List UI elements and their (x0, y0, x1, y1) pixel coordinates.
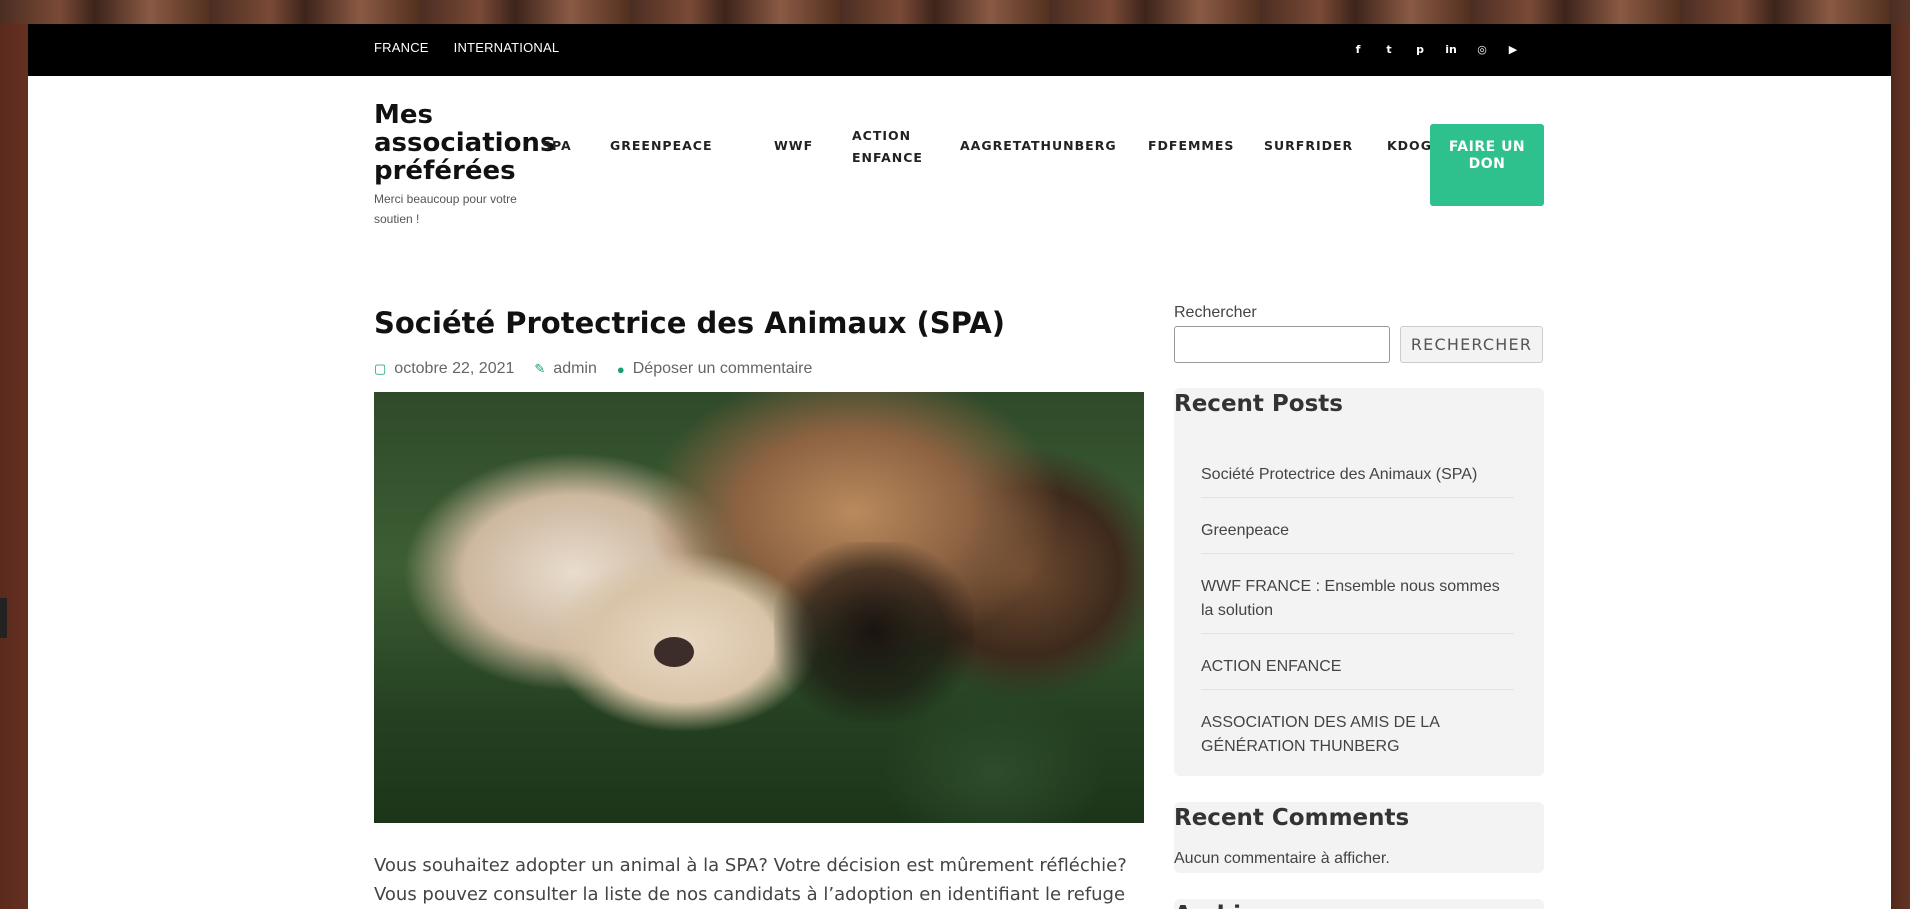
linkedin-icon[interactable]: in (1443, 43, 1459, 56)
top-links: FRANCE INTERNATIONAL (374, 40, 559, 55)
recent-posts-title: Recent Posts (1174, 391, 1343, 417)
site-tagline: Merci beaucoup pour votre soutien ! (374, 192, 517, 226)
recent-post-item[interactable]: WWF FRANCE : Ensemble nous sommes la sol… (1201, 575, 1514, 634)
social-links: f t p in ◎ ▶ (1350, 43, 1521, 56)
donate-button[interactable]: FAIRE UN DON (1430, 124, 1544, 206)
post-author: ✎ admin (534, 360, 596, 378)
facebook-icon[interactable]: f (1350, 43, 1366, 56)
search-input[interactable] (1174, 326, 1390, 363)
archives-title: Archives (1174, 899, 1544, 909)
youtube-icon[interactable]: ▶ (1505, 43, 1521, 56)
nav-item-kdog[interactable]: KDOG (1387, 135, 1432, 157)
nav-item-greenpeace[interactable]: GREENPEACE (610, 135, 713, 157)
search-button[interactable]: RECHERCHER (1400, 326, 1543, 363)
no-comments-text: Aucun commentaire à afficher. (1174, 850, 1390, 867)
wood-background-top (0, 0, 1910, 24)
featured-image-cat-and-dog (374, 392, 1144, 823)
site-header: Mes associations préférées Merci beaucou… (28, 76, 1891, 246)
sidebar: Rechercher RECHERCHER Recent Posts Socié… (1174, 304, 1544, 909)
post-comments: ● Déposer un commentaire (617, 360, 813, 378)
post-author-text[interactable]: admin (553, 360, 597, 378)
nav-item-action-enfance[interactable]: ACTION ENFANCE (852, 125, 932, 169)
instagram-icon[interactable]: ◎ (1474, 43, 1490, 56)
post-meta: ▢ octobre 22, 2021 ✎ admin ● Déposer un … (374, 360, 1144, 378)
pencil-icon: ✎ (534, 361, 546, 376)
nav-item-spa[interactable]: SPA (542, 135, 572, 157)
top-link-international[interactable]: INTERNATIONAL (454, 40, 560, 55)
search-form: RECHERCHER (1174, 326, 1544, 363)
recent-comments-widget: Recent Comments Aucun commentaire à affi… (1174, 802, 1544, 873)
archives-widget: Archives (1174, 899, 1544, 909)
recent-comments-title: Recent Comments (1174, 805, 1410, 831)
recent-posts-list: Société Protectrice des Animaux (SPA) Gr… (1174, 419, 1544, 776)
recent-post-item[interactable]: Société Protectrice des Animaux (SPA) (1201, 463, 1514, 498)
twitter-icon[interactable]: t (1381, 43, 1397, 56)
nav-item-wwf[interactable]: WWF (774, 135, 813, 157)
recent-post-item[interactable]: ACTION ENFANCE (1201, 655, 1514, 690)
page-frame: FRANCE INTERNATIONAL f t p in ◎ ▶ Mes as… (28, 24, 1891, 909)
post-title[interactable]: Société Protectrice des Animaux (SPA) (374, 306, 1144, 340)
post-date-text[interactable]: octobre 22, 2021 (394, 360, 514, 378)
recent-post-item[interactable]: ASSOCIATION DES AMIS DE LA GÉNÉRATION TH… (1201, 711, 1514, 776)
post-body: Vous souhaitez adopter un animal à la SP… (374, 855, 1127, 905)
nav-item-aagretathunberg[interactable]: AAGRETATHUNBERG (960, 135, 1117, 157)
post-date: ▢ octobre 22, 2021 (374, 360, 514, 378)
recent-post-item[interactable]: Greenpeace (1201, 519, 1514, 554)
nav-item-surfrider[interactable]: SURFRIDER (1264, 135, 1353, 157)
post-comment-link[interactable]: Déposer un commentaire (633, 360, 813, 378)
calendar-icon: ▢ (374, 361, 387, 376)
brand: Mes associations préférées Merci beaucou… (374, 101, 555, 229)
pinterest-icon[interactable]: p (1412, 43, 1428, 56)
site-title[interactable]: Mes associations préférées (374, 101, 555, 185)
image-shadow (774, 542, 974, 722)
main-content: Société Protectrice des Animaux (SPA) ▢ … (374, 306, 1144, 909)
search-label: Rechercher (1174, 304, 1257, 321)
recent-posts-widget: Recent Posts Société Protectrice des Ani… (1174, 388, 1544, 776)
comment-icon: ● (616, 361, 625, 377)
left-edge-marker (0, 598, 7, 638)
top-bar: FRANCE INTERNATIONAL f t p in ◎ ▶ (28, 24, 1891, 76)
top-link-france[interactable]: FRANCE (374, 40, 429, 55)
image-dog-nose (654, 637, 694, 667)
nav-item-fdfemmes[interactable]: FDFEMMES (1148, 135, 1234, 157)
